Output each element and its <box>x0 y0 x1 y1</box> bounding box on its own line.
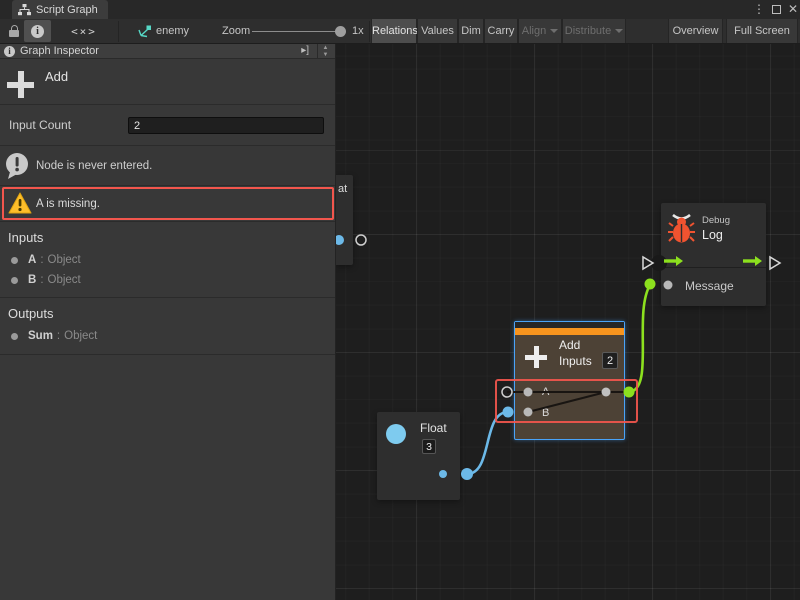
input-count-row: Input Count <box>0 105 335 146</box>
inspector-toggle-button[interactable]: i <box>24 20 51 42</box>
float-node[interactable]: Float 3 <box>377 412 460 500</box>
clipped-node-label: at <box>338 183 347 195</box>
zoom-slider-track[interactable] <box>252 31 344 32</box>
inspected-node-title: Add <box>45 69 68 84</box>
port-dot-icon <box>11 333 18 340</box>
port-separator: : <box>57 330 60 342</box>
flow-input-triangle-icon[interactable] <box>643 257 653 269</box>
zoom-label: Zoom <box>222 25 250 37</box>
inspector-title: Graph Inspector <box>20 45 99 57</box>
zoom-value: 1x <box>352 25 364 37</box>
window-menu-icon[interactable]: ⋮ <box>753 0 765 19</box>
port-type: Object <box>48 274 81 286</box>
inspector-header: i Graph Inspector ▸] ▲▼ <box>0 44 335 59</box>
edge-endpoint-blue[interactable] <box>461 468 473 480</box>
warning-triangle-icon <box>8 192 32 214</box>
script-graph-window: Script Graph ⋮ ✕ i <×> enemy Zoom 1x Re <box>0 0 800 600</box>
toolbar-button-carry[interactable]: Carry <box>484 19 518 43</box>
port-dot-icon <box>11 277 18 284</box>
warning-message: A is missing. <box>36 198 100 210</box>
port-type: Object <box>48 254 81 266</box>
lock-icon[interactable] <box>6 19 22 43</box>
inputs-title: Inputs <box>8 230 43 245</box>
graph-asset-icon <box>138 25 152 38</box>
node-accent-bar <box>515 328 624 335</box>
info-bubble-icon <box>4 152 32 181</box>
input-count-label: Input Count <box>9 118 71 132</box>
toolbar-button-fullscreen[interactable]: Full Screen <box>726 19 798 43</box>
warning-message-box: A is missing. <box>0 186 335 222</box>
outputs-title: Outputs <box>8 306 54 321</box>
graph-hierarchy-icon <box>18 4 31 16</box>
toolbar-button-overview[interactable]: Overview <box>668 19 723 43</box>
dropdown-arrow-icon <box>615 29 623 33</box>
zoom-slider-handle[interactable] <box>335 26 346 37</box>
flow-output-triangle-icon[interactable] <box>770 257 780 269</box>
toolbar: i <×> enemy Zoom 1x Relations Values Dim… <box>0 19 800 44</box>
port-name: Sum <box>28 330 53 342</box>
add-input-count-badge[interactable]: 2 <box>602 352 618 369</box>
port-hint-circle[interactable] <box>356 235 366 245</box>
port-label-message: Message <box>685 279 734 293</box>
inspector-node-header: Add <box>0 59 335 105</box>
graph-name-label: enemy <box>156 25 189 37</box>
toolbar-button-dim[interactable]: Dim <box>458 19 484 43</box>
output-port-row-sum: Sum : Object <box>0 329 97 343</box>
code-view-icon[interactable]: <×> <box>64 19 104 43</box>
window-close-icon[interactable]: ✕ <box>788 0 798 19</box>
edge-endpoint-b[interactable] <box>503 407 514 418</box>
graph-reference[interactable]: enemy <box>138 19 189 43</box>
panel-scrollbar[interactable]: ▲▼ <box>317 44 333 59</box>
window-maximize-icon[interactable] <box>772 5 781 14</box>
port-name: A <box>28 254 36 266</box>
port-separator: : <box>40 254 43 266</box>
port-label-a: A <box>542 386 549 398</box>
float-type-icon <box>386 424 406 444</box>
input-port-row-a: A : Object <box>0 253 81 267</box>
add-node-title-line2: Inputs <box>559 354 592 368</box>
tab-script-graph[interactable]: Script Graph <box>12 0 108 19</box>
input-port-row-b: B : Object <box>0 273 81 287</box>
info-message-box: Node is never entered. <box>0 146 335 186</box>
info-icon: i <box>4 46 15 57</box>
debug-node-category: Debug <box>702 215 730 226</box>
debug-node-title: Log <box>702 228 723 242</box>
dropdown-arrow-icon <box>550 29 558 33</box>
port-dot-icon <box>11 257 18 264</box>
port-label-b: B <box>542 407 549 419</box>
port-name: B <box>28 274 36 286</box>
port-type: Object <box>64 330 97 342</box>
debug-log-node[interactable]: Debug Log Message <box>661 203 766 306</box>
edge-float-to-b[interactable] <box>467 412 508 474</box>
edge-endpoint-green[interactable] <box>645 279 656 290</box>
dock-panel-icon[interactable]: ▸] <box>301 45 309 56</box>
info-message: Node is never entered. <box>36 160 152 172</box>
graph-inspector-panel: i Graph Inspector ▸] ▲▼ Add Input Count … <box>0 44 336 600</box>
toolbar-button-distribute[interactable]: Distribute <box>562 19 626 43</box>
info-icon: i <box>31 25 44 38</box>
add-node-icon <box>7 71 34 98</box>
port-hint-circle[interactable] <box>502 387 512 397</box>
add-inputs-node[interactable]: Add Inputs 2 A B <box>514 321 625 440</box>
port-add-sum-output[interactable] <box>624 387 635 398</box>
node-divider <box>661 267 766 268</box>
tab-title: Script Graph <box>36 4 98 16</box>
float-value-badge[interactable]: 3 <box>422 439 436 454</box>
bug-icon <box>668 212 695 244</box>
add-node-icon <box>525 346 547 368</box>
clipped-node[interactable]: at <box>336 175 353 265</box>
toolbar-button-values[interactable]: Values <box>417 19 458 43</box>
toolbar-button-align[interactable]: Align <box>518 19 562 43</box>
titlebar: Script Graph ⋮ ✕ <box>0 0 800 19</box>
outputs-section: Outputs Sum : Object <box>0 298 335 355</box>
port-separator: : <box>40 274 43 286</box>
edge-sum-to-message[interactable] <box>629 285 650 392</box>
inputs-section: Inputs A : Object B : Object <box>0 222 335 298</box>
input-count-field[interactable] <box>128 117 324 134</box>
add-node-title-line1: Add <box>559 338 580 352</box>
toolbar-button-relations[interactable]: Relations <box>371 19 417 43</box>
graph-canvas[interactable]: at Float 3 Add Inputs 2 A B <box>336 44 800 600</box>
float-node-title: Float <box>420 421 447 435</box>
